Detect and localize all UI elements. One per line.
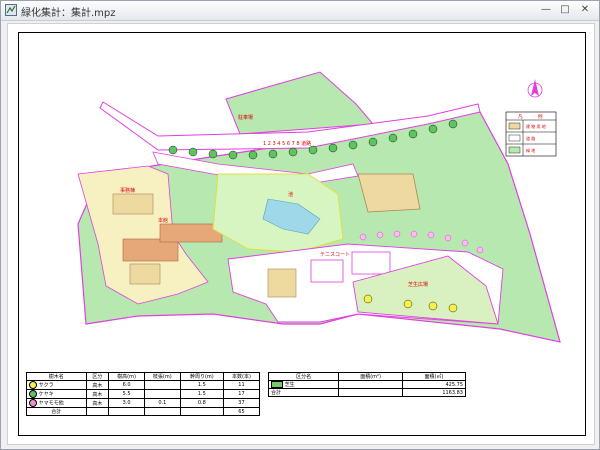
area-header-name: 区分名 — [267, 372, 340, 381]
tree-header-name: 樹木名 — [26, 372, 87, 381]
legend-swatch-green — [508, 146, 521, 154]
building-3 — [159, 223, 223, 243]
table-total-row: 合計 65 — [26, 407, 261, 416]
tree-header-type: 区分 — [85, 372, 110, 381]
table-total-row: 合計 1163.83 — [267, 388, 467, 397]
lawn-swatch-icon — [271, 381, 283, 388]
table-row: 芝生 425.75 — [267, 380, 467, 389]
map-label-road: 1 2 3 4 5 6 7 8 道路 — [263, 140, 311, 147]
legend-swatch-building — [508, 122, 521, 130]
title-bar: 緑化集計：集計.mpz — □ ✕ — [1, 1, 599, 21]
tree-summary-table: 樹木名 区分 樹高(m) 枝張(m) 幹周り(m) 本数(本) サクラ 高木 6… — [26, 372, 261, 416]
legend-label-road: 道 路 — [526, 135, 535, 141]
building-4 — [129, 263, 161, 285]
drawing-sheet: 1 2 3 4 5 6 7 8 道路 駐車場 事務棟 本館 池 テニスコート 芝… — [7, 23, 595, 445]
map-label-pond: 池 — [288, 191, 293, 198]
tree-header-height: 樹高(m) — [108, 372, 145, 381]
area-header-blank: 面積(m²) — [338, 372, 403, 381]
tree-header-spread: 枝張(m) — [143, 372, 181, 381]
map-label-main-building: 本館 — [158, 217, 168, 224]
table-row: ケヤキ 高木 5.5 1.5 17 — [26, 389, 261, 399]
map-label-parking: 駐車場 — [238, 114, 253, 121]
close-button[interactable]: ✕ — [576, 3, 594, 17]
area-header-area: 面積(㎡) — [401, 372, 467, 381]
tree-header-count: 本数(本) — [222, 372, 261, 381]
tree-header-girth: 幹周り(m) — [179, 372, 224, 381]
legend-swatch-road — [508, 134, 521, 142]
tennis-court-1 — [310, 259, 344, 283]
map-label-lawn: 芝生広場 — [408, 281, 428, 288]
map-label-office: 事務棟 — [120, 187, 135, 194]
maximize-button[interactable]: □ — [556, 3, 574, 17]
north-building-zone — [225, 71, 375, 135]
building-2 — [122, 238, 179, 262]
sakura-symbol-icon — [29, 381, 37, 389]
minimize-button[interactable]: — — [537, 3, 555, 17]
north-arrow-icon — [527, 79, 543, 98]
table-row: サクラ 高木 6.0 1.5 11 — [26, 380, 261, 390]
east-building — [357, 173, 421, 213]
area-summary-table: 区分名 面積(m²) 面積(㎡) 芝生 425.75 合計 1163.83 — [267, 372, 467, 397]
legend-label-green: 緑 地 — [526, 147, 535, 153]
legend-header-2: 例 — [538, 113, 543, 120]
building-5 — [267, 268, 297, 298]
yamamomo-symbol-icon — [29, 399, 37, 407]
app-icon — [5, 4, 17, 16]
keyaki-symbol-icon — [29, 390, 37, 398]
legend-label-building: 建 物 用 地 — [526, 123, 546, 129]
window-title: 緑化集計：集計.mpz — [21, 8, 116, 19]
app-window: 緑化集計：集計.mpz — □ ✕ 1 2 3 4 5 6 7 8 道路 駐車場… — [0, 0, 600, 450]
map-label-tennis: テニスコート — [320, 252, 350, 258]
building-1 — [112, 193, 154, 215]
table-row: ヤマモモ他 高木 3.0 0.1 0.8 37 — [26, 398, 261, 408]
tennis-court-2 — [351, 251, 391, 275]
legend-header-1: 凡 — [518, 114, 523, 120]
map-legend: 凡 例 建 物 用 地 道 路 緑 地 — [505, 111, 557, 157]
